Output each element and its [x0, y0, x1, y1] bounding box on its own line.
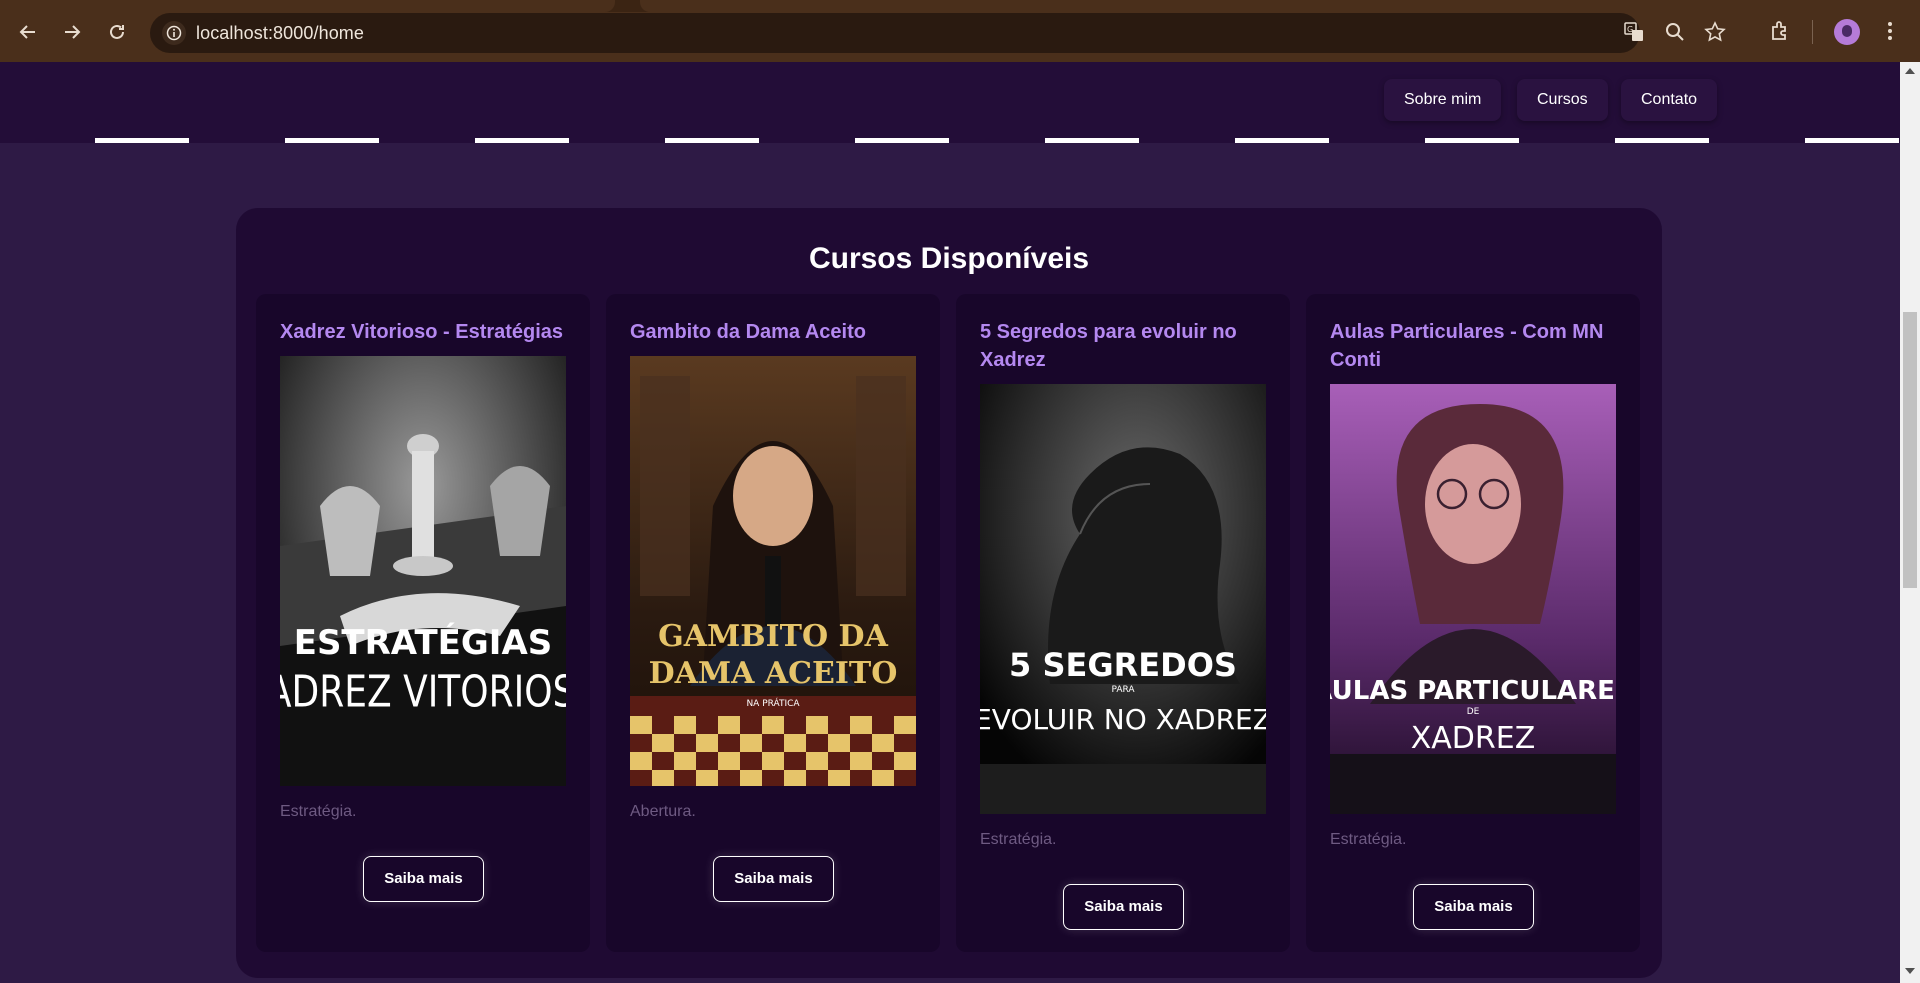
tab-strip: [0, 0, 1920, 12]
url-text[interactable]: localhost:8000/home: [196, 23, 364, 44]
cover-text-line3: NA PRÁTICA: [746, 697, 800, 709]
translate-icon[interactable]: G: [1623, 21, 1647, 45]
back-icon[interactable]: [14, 18, 42, 46]
course-card: 5 Segredos para evoluir no Xadrez 5 SEGR…: [956, 294, 1290, 952]
saiba-mais-button[interactable]: Saiba mais: [363, 856, 484, 902]
tab-strip-right: [640, 0, 1920, 12]
forward-icon[interactable]: [58, 18, 86, 46]
header-dashed-border: [0, 138, 1900, 143]
profile-avatar-face: [1842, 25, 1852, 37]
menu-icon[interactable]: [1885, 19, 1895, 45]
site-header: Sobre mim Cursos Contato: [0, 62, 1900, 143]
address-bar[interactable]: localhost:8000/home G: [150, 13, 1726, 53]
cover-text-line2: DAMA ACEITO: [649, 656, 898, 691]
course-card: Gambito da Dama Aceito GAMBITO DA DAMA A…: [606, 294, 940, 952]
course-cover-image[interactable]: 5 SEGREDOS PARA EVOLUIR NO XADREZ: [980, 384, 1266, 814]
course-card: Xadrez Vitorioso - Estratégias ESTRATÉGI: [256, 294, 590, 952]
cover-text-line2: PARA: [1111, 685, 1135, 695]
cover-text-line1: 5 SEGREDOS: [1009, 646, 1237, 684]
cover-text-line2: DE: [1467, 707, 1480, 717]
scrollbar-thumb[interactable]: [1903, 312, 1917, 588]
saiba-mais-button[interactable]: Saiba mais: [1063, 884, 1184, 930]
course-category: Estratégia.: [1330, 831, 1407, 848]
courses-panel: Cursos Disponíveis Xadrez Vitorioso - Es…: [236, 208, 1662, 978]
course-category: Abertura.: [630, 803, 696, 820]
course-category: Estratégia.: [980, 831, 1057, 848]
tab-strip-left: [0, 0, 615, 12]
nav-contato[interactable]: Contato: [1621, 79, 1718, 121]
cover-text-line1: ESTRATÉGIAS: [294, 622, 553, 663]
toolbar-divider: [1812, 20, 1813, 44]
nav-sobre-mim[interactable]: Sobre mim: [1384, 79, 1502, 121]
reload-icon[interactable]: [103, 18, 131, 46]
course-title[interactable]: Gambito da Dama Aceito: [630, 318, 920, 346]
course-title[interactable]: Xadrez Vitorioso - Estratégias: [280, 318, 570, 346]
nav-cursos[interactable]: Cursos: [1517, 79, 1608, 121]
course-category: Estratégia.: [280, 803, 357, 820]
course-cover-image[interactable]: AULAS PARTICULARES DE XADREZ: [1330, 384, 1616, 814]
site-info-icon[interactable]: [162, 21, 186, 45]
page-viewport: Sobre mim Cursos Contato Cursos Disponív…: [0, 62, 1900, 983]
browser-toolbar: localhost:8000/home G: [0, 0, 1920, 62]
saiba-mais-button[interactable]: Saiba mais: [713, 856, 834, 902]
cover-text-line3: XADREZ: [1411, 721, 1536, 756]
svg-text:G: G: [1627, 25, 1633, 34]
cover-text-line2: XADREZ VITORIOSO: [280, 667, 566, 717]
saiba-mais-button[interactable]: Saiba mais: [1413, 884, 1534, 930]
cover-text-line3: EVOLUIR NO XADREZ: [980, 703, 1266, 736]
course-title[interactable]: 5 Segredos para evoluir no Xadrez: [980, 318, 1270, 374]
scroll-up-icon[interactable]: [1905, 68, 1915, 74]
course-cover-image[interactable]: GAMBITO DA DAMA ACEITO NA PRÁTICA: [630, 356, 916, 786]
profile-avatar[interactable]: [1834, 19, 1860, 45]
course-cover-image[interactable]: ESTRATÉGIAS XADREZ VITORIOSO: [280, 356, 566, 786]
zoom-icon[interactable]: [1664, 21, 1688, 45]
course-card: Aulas Particulares - Com MN Conti AULAS …: [1306, 294, 1640, 952]
scroll-down-icon[interactable]: [1905, 968, 1915, 974]
bookmark-star-icon[interactable]: [1704, 21, 1728, 45]
course-title[interactable]: Aulas Particulares - Com MN Conti: [1330, 318, 1620, 374]
cover-text-line1: AULAS PARTICULARES: [1330, 676, 1616, 706]
cover-text-line1: GAMBITO DA: [658, 619, 888, 654]
panel-title: Cursos Disponíveis: [808, 242, 1090, 275]
extensions-icon[interactable]: [1768, 19, 1794, 45]
